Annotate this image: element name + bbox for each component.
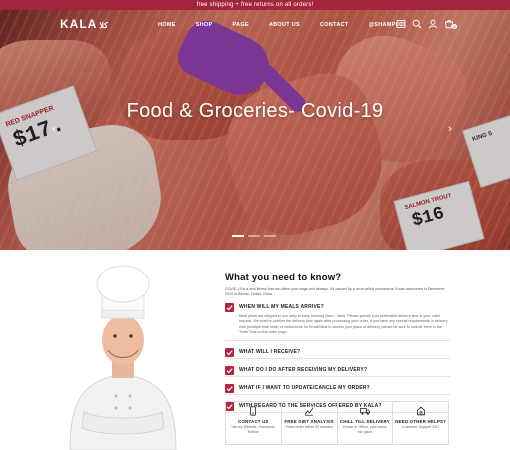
feature-title: FREE DIET ANALYSIS (284, 419, 334, 424)
cart-icon[interactable]: 0 (444, 19, 457, 29)
truck-icon (359, 408, 370, 415)
chef-image (69, 265, 177, 450)
slider-prev-arrow[interactable]: ‹ (52, 123, 56, 135)
feature-free-diet-analysis[interactable]: FREE DIET ANALYSIS Place order within 02… (282, 402, 338, 444)
features-strip: CONTACT US Via our Website, Facebook, Ho… (225, 401, 449, 445)
feature-chill-till-delivery[interactable]: CHILL TILL DELIVERY House or Office, you… (338, 402, 394, 444)
nav-item-contact[interactable]: CONTACT (320, 22, 349, 28)
cart-count-badge: 0 (452, 24, 457, 29)
nav-item-shop[interactable]: SHOP (196, 22, 213, 28)
announcement-bar: free shipping + free returns on all orde… (0, 0, 510, 10)
nav-menu: HOME SHOP PAGE ABOUT US CONTACT @SHAMPOO (158, 22, 425, 28)
checkbox-checked-icon[interactable] (225, 348, 234, 358)
phone-icon (250, 406, 257, 416)
feature-text: Via our Website, Facebook, Hotline (231, 425, 276, 434)
faq-item-title: WHAT DO I DO AFTER RECEIVING MY DELIVERY… (239, 367, 368, 374)
user-icon[interactable] (428, 19, 438, 29)
nav-item-about-us[interactable]: ABOUT US (269, 22, 300, 28)
slider-next-arrow[interactable]: › (448, 123, 452, 135)
feature-contact-us[interactable]: CONTACT US Via our Website, Facebook, Ho… (226, 402, 282, 444)
hero-overlay (0, 10, 510, 250)
logo-text: KALA (60, 17, 98, 31)
faq-intro: COVID-19 is a new illness that can affec… (225, 287, 445, 296)
hero-slider: RED SNAPPER $17. SALMON TROUT $16 KING S (0, 10, 510, 250)
feature-title: NEED OTHER HELPS? (395, 419, 446, 424)
feature-need-other-helps[interactable]: NEED OTHER HELPS? Customer Support 24/7 (393, 402, 448, 444)
faq-section: What you need to know? COVID-19 is a new… (225, 272, 450, 420)
search-icon[interactable] (412, 19, 422, 29)
catalog-icon[interactable] (396, 19, 406, 29)
faq-item-title: WHEN WILL MY MEALS ARRIVE? (239, 304, 324, 310)
faq-item-title: WHAT IF I WANT TO UPDATE/CANCLE MY ORDER… (239, 385, 370, 392)
slider-dot[interactable] (232, 235, 244, 237)
faq-item-update-order[interactable]: WHAT IF I WANT TO UPDATE/CANCLE MY ORDER… (225, 384, 450, 396)
logo-arabic-text: كلا (99, 21, 108, 30)
faq-item-after-delivery[interactable]: WHAT DO I DO AFTER RECEIVING MY DELIVERY… (225, 366, 450, 378)
feature-title: CONTACT US (238, 419, 269, 424)
slider-dot[interactable] (248, 235, 260, 237)
faq-item-meals-arrive[interactable]: WHEN WILL MY MEALS ARRIVE? Meal plans ar… (225, 303, 450, 342)
analysis-icon (304, 407, 314, 416)
faq-item-answer: Meal plans are shipped to you daily in e… (239, 314, 448, 334)
checkbox-checked-icon[interactable] (225, 366, 234, 376)
feature-text: Place order within 02 minutes (285, 425, 333, 429)
slider-dot[interactable] (264, 235, 276, 237)
help-icon (416, 406, 425, 416)
faq-heading: What you need to know? (225, 272, 342, 283)
site-logo[interactable]: KALA كلا (60, 17, 108, 31)
main-navigation: KALA كلا HOME SHOP PAGE ABOUT US CONTACT … (0, 10, 510, 40)
hero-title: Food & Groceries- Covid-19 (126, 100, 384, 122)
feature-title: CHILL TILL DELIVERY (339, 419, 390, 424)
faq-accordion: WHEN WILL MY MEALS ARRIVE? Meal plans ar… (225, 303, 450, 414)
feature-text: House or Office, your name the place (342, 425, 387, 434)
faq-item-title: WHAT WILL I RECEIVE? (239, 349, 301, 356)
faq-item-receive[interactable]: WHAT WILL I RECEIVE? (225, 348, 450, 360)
checkbox-checked-icon[interactable] (225, 384, 234, 394)
nav-item-home[interactable]: HOME (158, 22, 176, 28)
slider-pagination (232, 235, 276, 237)
feature-text: Customer Support 24/7 (402, 425, 440, 429)
nav-item-page[interactable]: PAGE (233, 22, 249, 28)
header-icons: 0 (396, 19, 457, 29)
checkbox-checked-icon[interactable] (225, 303, 234, 312)
